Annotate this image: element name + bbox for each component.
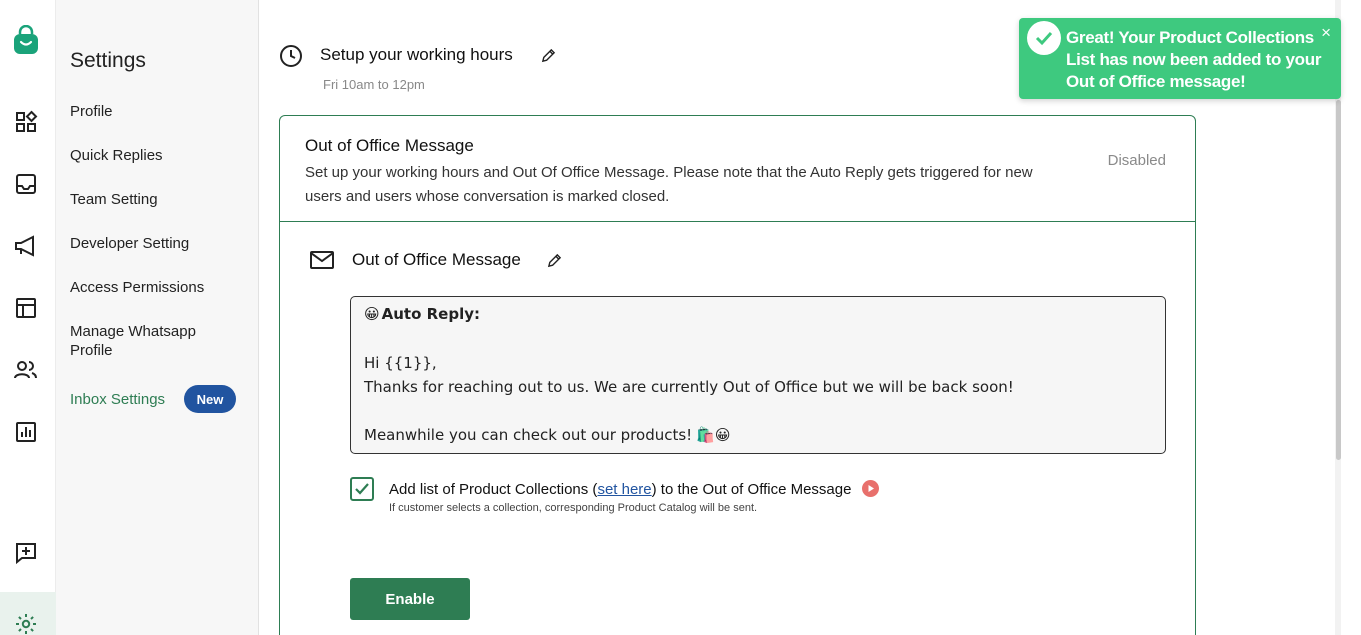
- inbox-icon[interactable]: [12, 170, 40, 198]
- message-header: 😀 Auto Reply:: [364, 305, 480, 323]
- message-body: Thanks for reaching out to us. We are cu…: [364, 378, 1014, 396]
- megaphone-icon[interactable]: [12, 232, 40, 260]
- sidebar-item-access-permissions[interactable]: Access Permissions: [70, 278, 204, 297]
- shopping-emoji: 🛍️😀: [696, 426, 731, 444]
- card-description: Set up your working hours and Out Of Off…: [305, 164, 1033, 205]
- envelope-icon: [309, 249, 335, 276]
- icon-rail: [0, 0, 56, 635]
- message-preview: 😀 Auto Reply: Hi {{1}}, Thanks for reachi…: [350, 296, 1166, 454]
- message-greeting: Hi {{1}},: [364, 354, 437, 372]
- out-of-office-card: Out of Office Message Set up your workin…: [279, 115, 1196, 635]
- card-title: Out of Office Message: [305, 136, 474, 155]
- product-collections-checkbox[interactable]: [350, 477, 374, 501]
- toast-message: Great! Your Product Collections List has…: [1066, 28, 1322, 91]
- analytics-icon[interactable]: [12, 418, 40, 446]
- checkbox-label-after: ) to the Out of Office Message: [651, 481, 852, 498]
- working-hours-title: Setup your working hours: [320, 45, 513, 64]
- grin-emoji: 😀: [364, 305, 380, 323]
- sidebar-item-team-setting[interactable]: Team Setting: [70, 190, 158, 209]
- working-hours-schedule: Fri 10am to 12pm: [323, 77, 425, 92]
- success-toast: Great! Your Product Collections List has…: [1019, 18, 1341, 99]
- new-badge: New: [184, 385, 236, 413]
- feedback-icon[interactable]: [12, 539, 40, 567]
- settings-nav-slot[interactable]: [0, 592, 56, 635]
- edit-working-hours-icon[interactable]: [541, 48, 556, 68]
- message-footer-line: Meanwhile you can check out our products…: [364, 426, 731, 444]
- status-label: Disabled: [1107, 152, 1166, 169]
- widgets-icon[interactable]: [12, 108, 40, 136]
- card-header: Out of Office Message Set up your workin…: [280, 116, 1195, 222]
- sidebar-item-inbox-settings[interactable]: Inbox Settings: [70, 390, 165, 409]
- message-header-text: Auto Reply:: [381, 305, 481, 323]
- sidebar-item-developer-setting[interactable]: Developer Setting: [70, 234, 189, 253]
- sidebar-item-profile[interactable]: Profile: [70, 102, 113, 121]
- edit-message-icon[interactable]: [547, 253, 562, 273]
- checkbox-label: Add list of Product Collections (set her…: [389, 480, 879, 501]
- layout-icon[interactable]: [12, 294, 40, 322]
- sidebar-item-manage-whatsapp-profile[interactable]: Manage Whatsapp Profile: [70, 322, 230, 360]
- checkbox-label-before: Add list of Product Collections (: [389, 481, 598, 498]
- set-here-link[interactable]: set here: [597, 481, 651, 498]
- sidebar-title: Settings: [70, 49, 146, 72]
- clock-icon: [279, 44, 303, 73]
- close-icon[interactable]: ×: [1321, 24, 1331, 41]
- settings-gear-icon[interactable]: [12, 610, 40, 635]
- enable-button[interactable]: Enable: [350, 578, 470, 620]
- app-logo-icon[interactable]: [12, 25, 40, 54]
- scrollbar-thumb[interactable]: [1336, 100, 1341, 460]
- section-title: Out of Office Message: [352, 250, 521, 269]
- settings-sidebar: Settings Profile Quick Replies Team Sett…: [56, 0, 259, 635]
- contacts-icon[interactable]: [12, 356, 40, 384]
- success-check-icon: [1027, 21, 1061, 55]
- message-footer: Meanwhile you can check out our products…: [364, 426, 693, 444]
- checkbox-note: If customer selects a collection, corres…: [389, 502, 758, 514]
- sidebar-item-quick-replies[interactable]: Quick Replies: [70, 146, 163, 165]
- play-video-icon[interactable]: [861, 480, 879, 501]
